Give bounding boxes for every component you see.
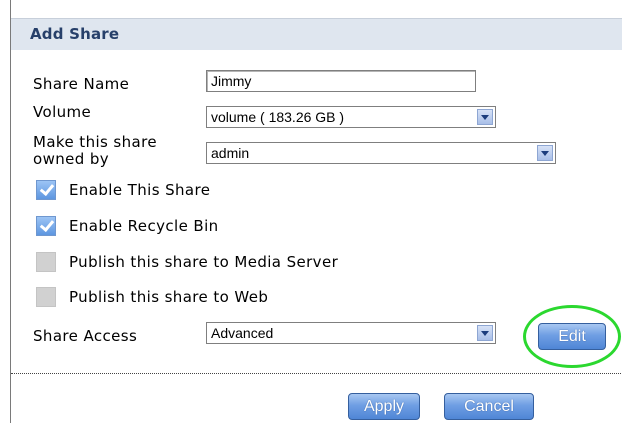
volume-selected-value: volume ( 183.26 GB ) [211,109,345,125]
chevron-down-icon[interactable] [477,109,493,125]
owner-select[interactable]: admin [206,142,556,164]
divider [11,373,622,374]
owner-label-line1: Make this share [33,133,158,151]
cancel-button[interactable]: Cancel [444,393,534,420]
share-name-input[interactable]: Jimmy [206,70,476,92]
enable-share-label: Enable This Share [69,181,211,199]
owner-label-line2: owned by [33,150,110,168]
share-name-label: Share Name [33,75,130,93]
share-name-value: Jimmy [211,73,252,89]
edit-button[interactable]: Edit [538,323,606,350]
panel-header: Add Share [11,18,622,50]
enable-share-checkbox[interactable] [36,180,56,200]
enable-recycle-bin-checkbox[interactable] [36,216,56,236]
enable-recycle-bin-label: Enable Recycle Bin [69,217,219,235]
chevron-down-icon[interactable] [537,145,553,161]
share-access-label: Share Access [33,327,138,345]
publish-media-server-label: Publish this share to Media Server [69,253,339,271]
apply-button[interactable]: Apply [348,393,420,420]
volume-label: Volume [33,103,92,121]
publish-media-server-checkbox[interactable] [36,252,56,272]
share-access-select[interactable]: Advanced [206,322,496,344]
share-access-selected-value: Advanced [211,325,274,341]
add-share-panel: Add Share Share Name Jimmy Volume volume… [10,0,622,423]
owner-selected-value: admin [211,145,250,161]
volume-select[interactable]: volume ( 183.26 GB ) [206,106,496,128]
publish-web-label: Publish this share to Web [69,288,269,306]
chevron-down-icon[interactable] [477,325,493,341]
panel-title: Add Share [30,25,120,43]
publish-web-checkbox[interactable] [36,287,56,307]
